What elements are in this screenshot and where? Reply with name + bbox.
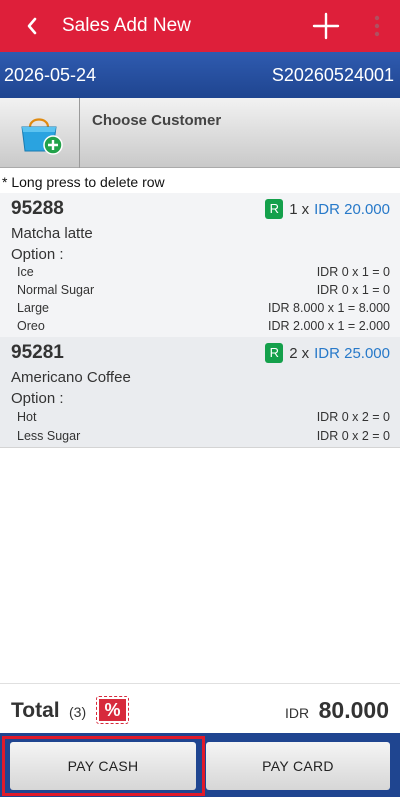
- pay-card-button[interactable]: PAY CARD: [206, 742, 390, 790]
- order-item-row[interactable]: 95281 R 2 x IDR 25.000 Americano Coffee …: [0, 337, 400, 448]
- option-line: Hot IDR 0 x 2 = 0: [17, 410, 390, 428]
- option-name: Large: [17, 301, 49, 315]
- document-number: S20260524001: [271, 65, 394, 85]
- item-qty-price: R 2 x IDR 25.000: [265, 343, 390, 363]
- size-badge: R: [265, 199, 284, 219]
- option-name: Less Sugar: [17, 429, 81, 443]
- order-item-row[interactable]: 95288 R 1 x IDR 20.000 Matcha latte Opti…: [0, 193, 400, 337]
- total-currency: IDR: [285, 705, 310, 721]
- option-name: Ice: [17, 265, 34, 279]
- sales-date[interactable]: 2026-05-24: [4, 65, 96, 86]
- choose-customer-label: Choose Customer: [92, 112, 222, 129]
- option-value: IDR 0 x 2 = 0: [316, 410, 390, 424]
- page-title: Sales Add New: [62, 15, 191, 36]
- discount-button[interactable]: %: [96, 696, 129, 724]
- total-amount: 80.000: [318, 697, 389, 723]
- option-line: Oreo IDR 2.000 x 1 = 2.000: [17, 319, 390, 337]
- item-code: 95281: [11, 342, 64, 363]
- multiply-sign: x: [301, 344, 310, 362]
- item-name: Americano Coffee: [11, 369, 131, 386]
- item-price: IDR 20.000: [314, 200, 390, 218]
- total-bar: Total (3) % IDR 80.000: [0, 683, 400, 733]
- item-price: IDR 25.000: [314, 344, 390, 362]
- item-code: 95288: [11, 198, 64, 219]
- add-button[interactable]: [310, 10, 342, 42]
- option-value: IDR 0 x 2 = 0: [316, 429, 390, 443]
- option-line: Less Sugar IDR 0 x 2 = 0: [17, 429, 390, 447]
- plus-icon: [312, 12, 340, 40]
- chevron-left-icon: [27, 17, 37, 35]
- pay-cash-button[interactable]: PAY CASH: [10, 742, 196, 790]
- option-line: Normal Sugar IDR 0 x 1 = 0: [17, 283, 390, 301]
- more-vertical-icon: [374, 15, 380, 37]
- option-name: Hot: [17, 410, 37, 424]
- back-button[interactable]: [22, 12, 42, 40]
- option-value: IDR 0 x 1 = 0: [316, 265, 390, 279]
- option-value: IDR 0 x 1 = 0: [316, 283, 390, 297]
- document-info-bar: 2026-05-24 S20260524001: [0, 52, 400, 98]
- delete-hint: * Long press to delete row: [2, 174, 165, 190]
- item-qty: 2: [289, 344, 298, 362]
- option-value: IDR 2.000 x 1 = 2.000: [268, 319, 390, 333]
- option-value: IDR 8.000 x 1 = 8.000: [268, 301, 390, 315]
- item-qty: 1: [289, 200, 298, 218]
- option-label: Option :: [11, 390, 64, 407]
- option-name: Normal Sugar: [17, 283, 95, 297]
- option-line: Large IDR 8.000 x 1 = 8.000: [17, 301, 390, 319]
- customer-selector[interactable]: Choose Customer: [0, 98, 400, 168]
- more-options-button[interactable]: [370, 13, 384, 39]
- total-label: Total: [11, 699, 60, 722]
- item-name: Matcha latte: [11, 225, 93, 242]
- choose-customer-button[interactable]: [0, 98, 80, 168]
- size-badge: R: [265, 343, 284, 363]
- multiply-sign: x: [301, 200, 310, 218]
- payment-bar: PAY CASH PAY CARD: [0, 733, 400, 797]
- percent-icon: %: [99, 699, 126, 721]
- option-line: Ice IDR 0 x 1 = 0: [17, 265, 390, 283]
- option-label: Option :: [11, 246, 64, 263]
- shopping-bag-add-icon: [20, 118, 63, 155]
- item-count: (3): [69, 704, 87, 720]
- option-name: Oreo: [17, 319, 45, 333]
- item-qty-price: R 1 x IDR 20.000: [265, 199, 390, 219]
- app-bar: Sales Add New: [0, 0, 400, 52]
